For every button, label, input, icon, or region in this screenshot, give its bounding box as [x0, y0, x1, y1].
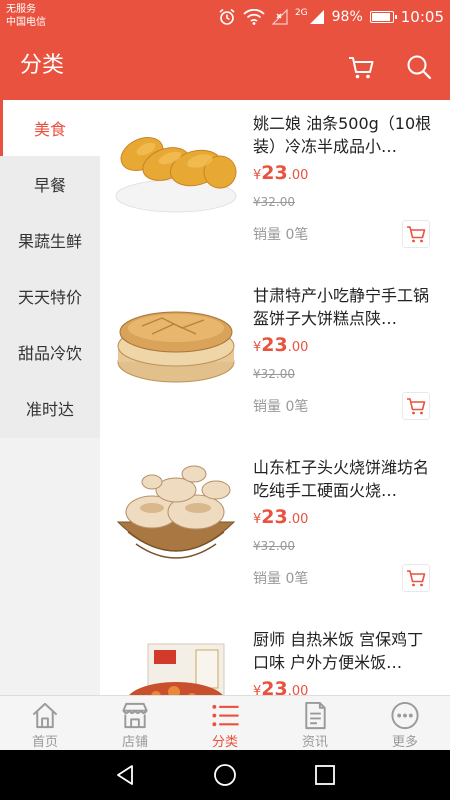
cart-icon	[407, 570, 426, 587]
price-decimal: .00	[287, 684, 309, 695]
bottom-tab-bar: 首页 店铺 分类 资讯 更多	[0, 695, 450, 750]
alarm-icon	[219, 8, 235, 25]
battery-icon	[369, 11, 397, 23]
original-price: ¥32.00	[253, 367, 295, 381]
price-integer: 23	[261, 162, 288, 184]
tab-label: 分类	[211, 735, 238, 750]
tab-news[interactable]: 资讯	[270, 696, 360, 750]
more-icon	[391, 701, 419, 730]
sales-count: 销量 0笔	[253, 227, 309, 243]
cart-icon	[407, 398, 426, 415]
recents-icon[interactable]	[313, 763, 337, 787]
sidebar-item-desserts-drinks[interactable]: 甜品冷饮	[0, 324, 100, 380]
sales-count: 销量 0笔	[253, 399, 309, 415]
tab-home[interactable]: 首页	[0, 696, 90, 750]
no-signal-icon	[271, 9, 288, 25]
product-list: 姚二娘 油条500g（10根装）冷冻半成品小… ¥23.00 ¥32.00 销量…	[100, 100, 450, 695]
home-icon	[32, 702, 58, 729]
product-card[interactable]: 甘肃特产小吃静宁手工锅盔饼子大饼糕点陕… ¥23.00 ¥32.00 销量 0笔	[100, 272, 450, 444]
store-icon	[122, 702, 148, 729]
product-card[interactable]: 姚二娘 油条500g（10根装）冷冻半成品小… ¥23.00 ¥32.00 销量…	[100, 100, 450, 272]
product-name[interactable]: 厨师 自热米饭 宫保鸡丁口味 户外方便米饭…	[253, 628, 435, 674]
battery-percent: 98%	[331, 9, 363, 25]
product-image	[129, 643, 225, 695]
home-button-icon[interactable]	[213, 763, 237, 787]
add-to-cart-button[interactable]	[402, 392, 430, 420]
tab-store[interactable]: 店铺	[90, 696, 180, 750]
sidebar-item-breakfast[interactable]: 早餐	[0, 156, 100, 212]
sales-count: 销量 0笔	[253, 571, 309, 587]
tab-category[interactable]: 分类	[180, 696, 270, 750]
price-decimal: .00	[287, 340, 309, 355]
carrier-service: 无服务	[6, 4, 36, 15]
price-integer: 23	[261, 678, 288, 695]
app-header: 分类	[0, 34, 450, 100]
cart-icon[interactable]	[346, 52, 376, 82]
tab-label: 资讯	[301, 735, 328, 750]
product-name[interactable]: 山东杠子头火烧饼潍坊名吃纯手工硬面火烧…	[253, 456, 435, 502]
product-price: ¥23.00	[253, 334, 308, 356]
network-type: 2G	[294, 8, 308, 18]
product-image	[116, 465, 236, 559]
wifi-icon	[243, 9, 265, 25]
price-decimal: .00	[287, 512, 309, 527]
cart-icon	[407, 226, 426, 243]
signal-icon	[309, 10, 324, 24]
category-sidebar: 美食 早餐 果蔬生鲜 天天特价 甜品冷饮 准时达	[0, 100, 100, 438]
product-price: ¥23.00	[253, 506, 308, 528]
page-title: 分类	[20, 53, 65, 78]
tab-more[interactable]: 更多	[360, 696, 450, 750]
add-to-cart-button[interactable]	[402, 220, 430, 248]
sidebar-item-food[interactable]: 美食	[0, 100, 100, 156]
carrier-info: 无服务 中国电信	[6, 3, 46, 29]
tab-label: 店铺	[121, 735, 148, 750]
product-name[interactable]: 姚二娘 油条500g（10根装）冷冻半成品小…	[253, 112, 435, 158]
sidebar-item-fresh-produce[interactable]: 果蔬生鲜	[0, 212, 100, 268]
product-card[interactable]: 山东杠子头火烧饼潍坊名吃纯手工硬面火烧… ¥23.00 ¥32.00 销量 0笔	[100, 444, 450, 616]
status-bar: 无服务 中国电信 2G 98% 10:05	[0, 0, 450, 34]
product-image	[117, 311, 235, 383]
news-icon	[305, 701, 326, 730]
price-decimal: .00	[287, 168, 309, 183]
carrier-name: 中国电信	[6, 17, 46, 28]
sidebar-item-on-time[interactable]: 准时达	[0, 380, 100, 436]
product-image	[115, 137, 237, 213]
original-price: ¥32.00	[253, 539, 295, 553]
product-card[interactable]: 厨师 自热米饭 宫保鸡丁口味 户外方便米饭… ¥23.00	[100, 616, 450, 695]
clock: 10:05	[400, 8, 444, 26]
price-integer: 23	[261, 506, 288, 528]
back-icon[interactable]	[113, 763, 137, 787]
tab-label: 更多	[391, 735, 418, 750]
list-icon	[212, 704, 239, 727]
product-price: ¥23.00	[253, 162, 308, 184]
sidebar-item-daily-deals[interactable]: 天天特价	[0, 268, 100, 324]
tab-label: 首页	[31, 735, 58, 750]
search-icon[interactable]	[404, 52, 434, 82]
product-name[interactable]: 甘肃特产小吃静宁手工锅盔饼子大饼糕点陕…	[253, 284, 435, 330]
system-navigation-bar	[0, 750, 450, 800]
original-price: ¥32.00	[253, 195, 295, 209]
add-to-cart-button[interactable]	[402, 564, 430, 592]
product-price: ¥23.00	[253, 678, 308, 695]
price-integer: 23	[261, 334, 288, 356]
status-indicators: 2G 98% 10:05	[218, 6, 444, 28]
